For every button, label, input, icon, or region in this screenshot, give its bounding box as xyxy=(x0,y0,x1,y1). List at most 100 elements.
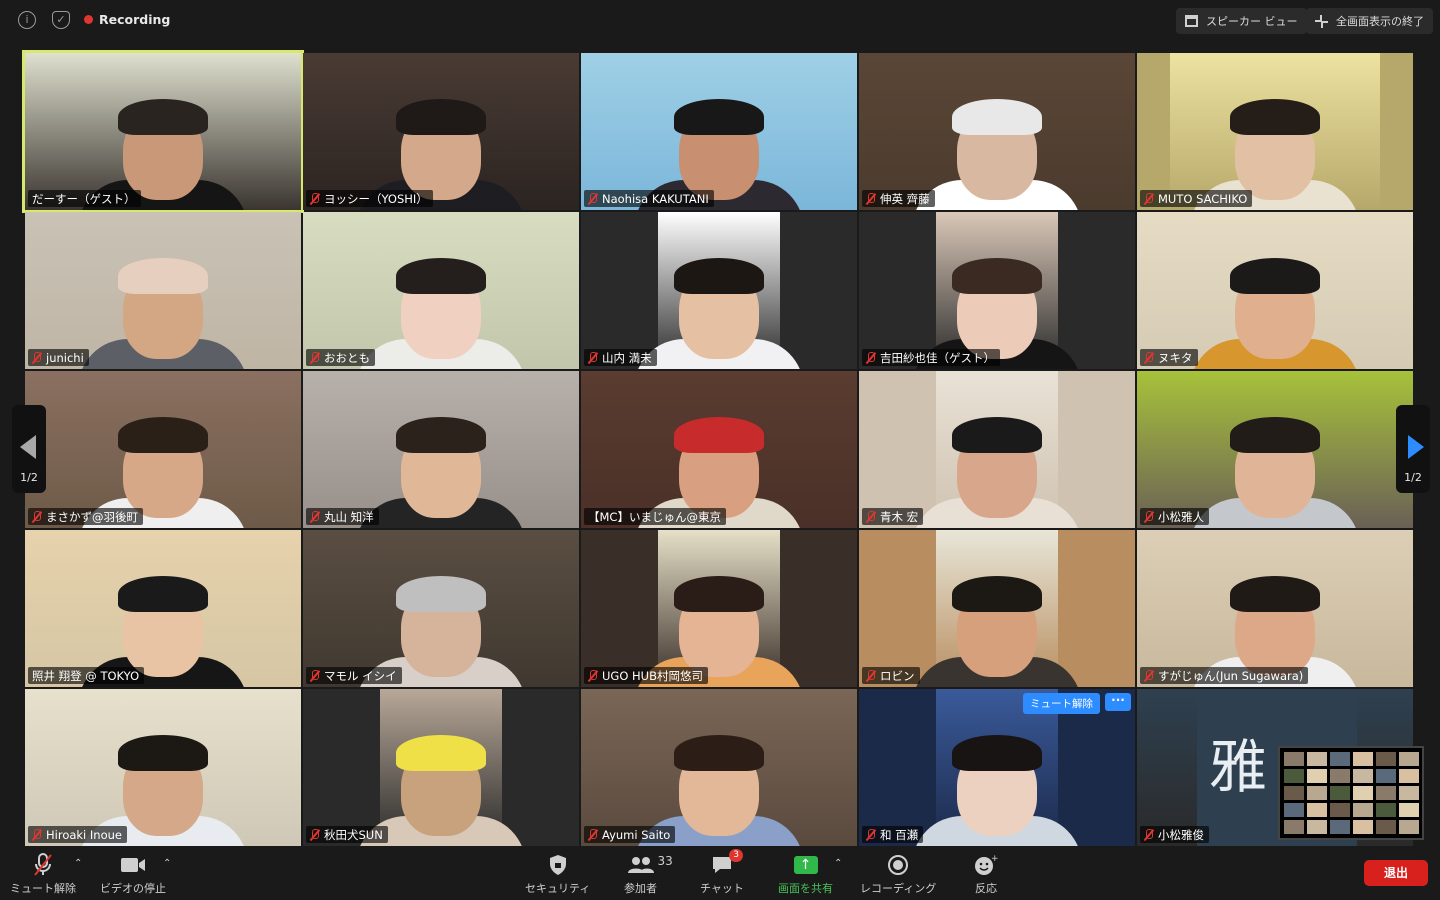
mic-muted-icon xyxy=(866,351,876,364)
video-tile[interactable]: 山内 満未 xyxy=(581,212,857,369)
thumbnail-cell xyxy=(1353,803,1373,817)
participant-figure xyxy=(78,249,248,369)
mic-muted-icon xyxy=(32,852,54,878)
exit-fullscreen-button[interactable]: 全画面表示の終了 xyxy=(1306,8,1433,34)
video-tile[interactable]: Hiroaki Inoue xyxy=(25,689,301,846)
participant-name-label: 丸山 知洋 xyxy=(306,508,379,525)
participant-figure xyxy=(634,249,804,369)
participant-name-label: 【MC】いまじゅん@東京 xyxy=(584,508,726,525)
participant-name-label: 照井 翔登 @ TOKYO xyxy=(28,667,145,684)
thumbnail-cell xyxy=(1307,820,1327,834)
speaker-view-button[interactable]: スピーカー ビュー xyxy=(1176,8,1307,34)
video-tile[interactable]: すがじゅん(Jun Sugawara) xyxy=(1137,530,1413,687)
video-tile[interactable]: マモル イシイ xyxy=(303,530,579,687)
stop-video-button[interactable]: ビデオの停止 xyxy=(100,852,166,896)
video-tile[interactable]: MUTO SACHIKO xyxy=(1137,53,1413,210)
thumbnail-cell xyxy=(1307,769,1327,783)
participant-name-label: Ayumi Saito xyxy=(584,826,676,843)
participant-name: 伸英 齊藤 xyxy=(880,191,930,206)
video-tile[interactable]: 丸山 知洋 xyxy=(303,371,579,528)
thumbnail-cell xyxy=(1376,803,1396,817)
thumbnail-cell xyxy=(1353,769,1373,783)
leave-meeting-button[interactable]: 退出 xyxy=(1364,860,1428,886)
reactions-button[interactable]: + 反応 xyxy=(974,852,998,896)
participant-hair xyxy=(952,99,1042,135)
thumbnail-cell xyxy=(1353,820,1373,834)
arrow-left-icon xyxy=(20,435,36,459)
mic-muted-icon xyxy=(1144,669,1154,682)
unmute-button[interactable]: ミュート解除 xyxy=(10,852,76,896)
participant-name: Naohisa KAKUTANI xyxy=(602,191,709,206)
thumbnail-cell xyxy=(1399,803,1419,817)
video-tile[interactable]: ヨッシー（YOSHI） xyxy=(303,53,579,210)
video-tile[interactable]: 【MC】いまじゅん@東京 xyxy=(581,371,857,528)
previous-page-button[interactable]: 1/2 xyxy=(12,405,46,493)
participant-hair xyxy=(674,735,764,771)
participant-figure xyxy=(1190,249,1360,369)
tile-unmute-button[interactable]: ミュート解除 xyxy=(1023,693,1100,714)
shield-check-icon[interactable]: ✓ xyxy=(52,11,70,29)
info-icon[interactable]: i xyxy=(18,11,36,29)
participant-name: Ayumi Saito xyxy=(602,827,671,842)
video-tile[interactable]: 伸英 齊藤 xyxy=(859,53,1135,210)
participant-name-label: 山内 満未 xyxy=(584,349,657,366)
participant-name-label: Naohisa KAKUTANI xyxy=(584,190,714,207)
participant-hair xyxy=(674,417,764,453)
video-tile[interactable]: 吉田紗也佳（ゲスト） xyxy=(859,212,1135,369)
participant-name: まさかず@羽後町 xyxy=(46,509,138,524)
participant-figure xyxy=(912,90,1082,210)
video-tile[interactable]: junichi xyxy=(25,212,301,369)
mic-muted-icon xyxy=(866,828,876,841)
video-tile[interactable]: ミュート解除 ··· 和 百瀬 xyxy=(859,689,1135,846)
participant-name-label: UGO HUB村岡悠司 xyxy=(584,667,708,684)
participant-name: Hiroaki Inoue xyxy=(46,827,122,842)
video-tile[interactable]: ロビン xyxy=(859,530,1135,687)
mic-muted-icon xyxy=(310,510,320,523)
video-tile[interactable]: 青木 宏 xyxy=(859,371,1135,528)
thumbnail-cell xyxy=(1330,820,1350,834)
participant-hair xyxy=(396,735,486,771)
participant-name: junichi xyxy=(46,350,84,365)
participant-name: マモル イシイ xyxy=(324,668,397,683)
share-screen-label: 画面を共有 xyxy=(778,882,833,895)
record-button[interactable]: レコーディング xyxy=(860,852,936,896)
video-tile[interactable]: まさかず@羽後町 xyxy=(25,371,301,528)
bottom-toolbar: ミュート解除 ⌃ ビデオの停止 ⌃ セキュリティ 33 参加者 3 チャット ↑… xyxy=(0,846,1440,900)
participant-name: だーすー（ゲスト） xyxy=(32,191,136,206)
participants-button[interactable]: 33 参加者 xyxy=(624,852,673,896)
video-tile[interactable]: ヌキタ xyxy=(1137,212,1413,369)
mic-muted-icon xyxy=(310,192,320,205)
next-page-button[interactable]: 1/2 xyxy=(1396,405,1430,493)
participant-name-label: 伸英 齊藤 xyxy=(862,190,935,207)
video-tile[interactable]: Ayumi Saito xyxy=(581,689,857,846)
mic-muted-icon xyxy=(32,510,42,523)
video-tile[interactable]: だーすー（ゲスト） xyxy=(22,50,304,213)
thumbnail-cell xyxy=(1307,752,1327,766)
participant-hair xyxy=(1230,99,1320,135)
participant-name-label: すがじゅん(Jun Sugawara) xyxy=(1140,667,1309,684)
video-tile[interactable]: UGO HUB村岡悠司 xyxy=(581,530,857,687)
page-indicator-right: 1/2 xyxy=(1404,471,1422,484)
mic-muted-icon xyxy=(1144,192,1154,205)
share-options-caret-icon[interactable]: ⌃ xyxy=(834,858,842,869)
tile-more-options-button[interactable]: ··· xyxy=(1105,693,1131,711)
video-tile[interactable]: 照井 翔登 @ TOKYO xyxy=(25,530,301,687)
thumbnail-cell xyxy=(1284,820,1304,834)
stop-video-label: ビデオの停止 xyxy=(100,882,166,895)
shield-icon xyxy=(548,852,568,878)
video-tile[interactable]: おおとも xyxy=(303,212,579,369)
video-tile[interactable]: 小松雅人 xyxy=(1137,371,1413,528)
thumbnail-cell xyxy=(1330,786,1350,800)
video-tile[interactable]: Naohisa KAKUTANI xyxy=(581,53,857,210)
chat-button[interactable]: 3 チャット xyxy=(700,849,744,896)
video-options-caret-icon[interactable]: ⌃ xyxy=(163,858,171,869)
share-screen-icon: ↑ xyxy=(793,852,818,878)
participant-name: 小松雅俊 xyxy=(1158,827,1204,842)
gallery-thumbnail[interactable] xyxy=(1278,746,1424,840)
video-tile[interactable]: 秋田犬SUN xyxy=(303,689,579,846)
audio-options-caret-icon[interactable]: ⌃ xyxy=(74,858,82,869)
share-screen-button[interactable]: ↑ 画面を共有 xyxy=(778,852,833,896)
thumbnail-cell xyxy=(1376,786,1396,800)
participants-count: 33 xyxy=(657,854,673,868)
security-button[interactable]: セキュリティ xyxy=(525,852,590,896)
